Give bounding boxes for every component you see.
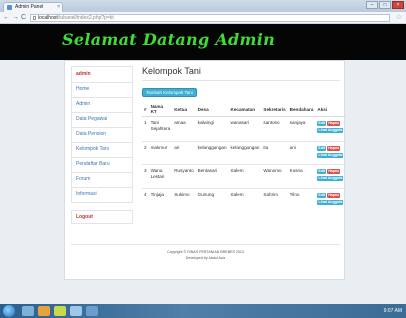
cell-kecamatan: Salem [228, 188, 262, 211]
column-header: Sekretaris [261, 102, 288, 117]
delete-button[interactable]: Hapus [327, 193, 341, 198]
delete-button[interactable]: Hapus [327, 169, 341, 174]
cell-sekretaris: Sahrim [261, 188, 288, 211]
table-row: 2 makmur ari kelanggungan kelanggungan i… [142, 141, 347, 165]
cell-ketua: Sukimo [172, 188, 196, 211]
tab-title: Admin Panel [15, 4, 44, 10]
column-header: Kecamatan [228, 102, 262, 117]
add-kelompok-tani-button[interactable]: Tambah Kelompok Tani [142, 88, 197, 97]
footer: Copyright © DINAS PERTANIAN BREBES 2013 … [65, 249, 346, 261]
cell-aksi: Edit Hapus Lihat Anggota [315, 116, 347, 142]
delete-button[interactable]: Hapus [327, 146, 341, 151]
cell-aksi: Edit Hapus Lihat Anggota [315, 164, 347, 189]
sidebar-item-pendaftar-baru[interactable]: Pendaftar Baru [71, 158, 133, 173]
favicon-icon [7, 5, 12, 10]
sidebar-item-kelompok-tani[interactable]: Kelompok Tani [71, 143, 133, 158]
cell-sekretaris: santoso [261, 116, 288, 142]
cell-aksi: Edit Hapus Lihat Anggota [315, 141, 347, 165]
os-taskbar: 9:07 AM [0, 304, 406, 318]
cell-desa: kelanggungan [195, 141, 229, 165]
media-icon[interactable] [38, 306, 50, 316]
table-row: 3 Wana Lestari Rusyanto Bentasari Salem … [142, 164, 347, 189]
sidebar-item-informasi[interactable]: Informasi [71, 188, 133, 203]
content-area: Kelompok Tani Tambah Kelompok Tani # Nam… [142, 66, 347, 211]
kelompok-tani-table: # Nama KT Ketua Desa Kecamatan Sekretari… [142, 102, 347, 211]
sidebar-user: admin [71, 66, 133, 83]
cell-kecamatan: wanasari [228, 116, 262, 142]
cell-bendahara: Kusna [287, 164, 316, 189]
cell-sekretaris: ita [261, 141, 288, 165]
sidebar: admin Home Admin Data Pegawai Data Pensi… [71, 66, 133, 224]
site-header: Selamat Datang Admin [0, 24, 406, 60]
explorer-icon[interactable] [22, 306, 34, 316]
browser-tab-strip: Admin Panel × – □ × [0, 0, 406, 12]
column-header: Aksi [315, 102, 347, 117]
sidebar-item-data-pension[interactable]: Data Pension [71, 128, 133, 143]
column-header: Desa [195, 102, 229, 117]
maximize-button[interactable]: □ [379, 1, 391, 9]
table-row: 1 Tani Sejahtera amaa kalwingi wanasari … [142, 116, 347, 142]
url-path: /tubanel/index2.php?p=kt [57, 15, 114, 21]
window-taskbar-icon[interactable] [86, 306, 98, 316]
footer-divider [71, 244, 340, 245]
bookmark-star-icon[interactable]: ☆ [396, 13, 402, 23]
page-title: Kelompok Tani [142, 66, 340, 81]
app-taskbar-icon[interactable] [70, 306, 82, 316]
sidebar-item-data-pegawai[interactable]: Data Pegawai [71, 113, 133, 128]
column-header: Ketua [172, 102, 196, 117]
cell-sekretaris: Wanomo [261, 164, 288, 189]
forward-button[interactable]: → [12, 13, 19, 23]
reload-button[interactable]: C [21, 13, 26, 23]
back-button[interactable]: ← [3, 13, 10, 23]
footer-developer: Developed by Abdul Aziz [185, 256, 226, 260]
cell-ketua: Rusyanto [172, 164, 196, 189]
view-members-button[interactable]: Lihat Anggota [317, 176, 344, 181]
tab-close-icon[interactable]: × [57, 3, 60, 12]
address-bar[interactable]: localhost/tubanel/index2.php?p=kt [30, 14, 390, 22]
view-members-button[interactable]: Lihat Anggota [317, 128, 344, 133]
site-title: Selamat Datang Admin [62, 30, 276, 49]
edit-button[interactable]: Edit [317, 121, 327, 126]
cell-bendahara: ani [287, 141, 316, 165]
start-button-icon[interactable] [3, 305, 15, 317]
browser-toolbar: ← → C localhost/tubanel/index2.php?p=kt … [0, 12, 406, 24]
browser-tab[interactable]: Admin Panel × [3, 2, 63, 12]
table-row: 4 Tinjaja Sukimo Gunung Salem Sahrim Til… [142, 188, 347, 211]
logout-link[interactable]: Logout [71, 210, 133, 224]
cell-nama-kt: Tinjaja [148, 188, 173, 211]
main-panel: admin Home Admin Data Pegawai Data Pensi… [64, 60, 347, 280]
sidebar-item-forum[interactable]: Forum [71, 173, 133, 188]
cell-bendahara: sanjaya [287, 116, 316, 142]
close-window-button[interactable]: × [392, 1, 404, 9]
cell-ketua: ari [172, 141, 196, 165]
cell-desa: Bentasari [195, 164, 229, 189]
view-members-button[interactable]: Lihat Anggota [317, 153, 344, 158]
delete-button[interactable]: Hapus [327, 121, 341, 126]
browser-taskbar-icon[interactable] [54, 306, 66, 316]
sidebar-item-home[interactable]: Home [71, 83, 133, 98]
cell-bendahara: Tilno [287, 188, 316, 211]
cell-nama-kt: Wana Lestari [148, 164, 173, 189]
cell-desa: kalwingi [195, 116, 229, 142]
cell-ketua: amaa [172, 116, 196, 142]
sidebar-item-admin[interactable]: Admin [71, 98, 133, 113]
edit-button[interactable]: Edit [317, 169, 327, 174]
window-controls: – □ × [366, 1, 404, 9]
minimize-button[interactable]: – [366, 1, 378, 9]
cell-kecamatan: Salem [228, 164, 262, 189]
edit-button[interactable]: Edit [317, 146, 327, 151]
cell-desa: Gunung [195, 188, 229, 211]
taskbar-clock: 9:07 AM [383, 308, 402, 314]
table-header-row: # Nama KT Ketua Desa Kecamatan Sekretari… [142, 102, 347, 117]
cell-nama-kt: Tani Sejahtera [148, 116, 173, 142]
page-icon [33, 16, 36, 20]
cell-aksi: Edit Hapus Lihat Anggota [315, 188, 347, 211]
column-header: Nama KT [148, 102, 173, 117]
url-host: localhost [38, 15, 58, 21]
cell-nama-kt: makmur [148, 141, 173, 165]
view-members-button[interactable]: Lihat Anggota [317, 200, 344, 205]
edit-button[interactable]: Edit [317, 193, 327, 198]
cell-kecamatan: kelanggungan [228, 141, 262, 165]
column-header: Bendahara [287, 102, 316, 117]
